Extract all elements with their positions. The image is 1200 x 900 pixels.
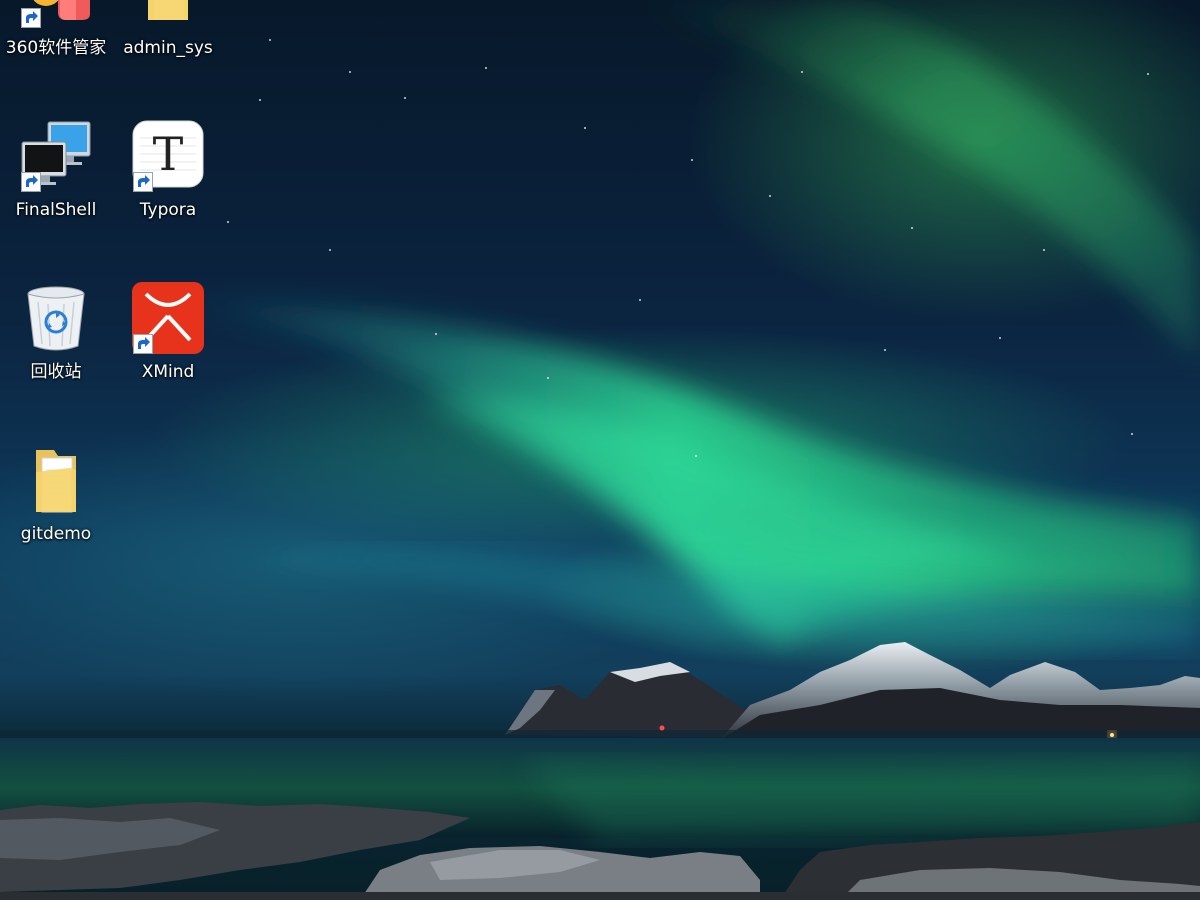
- icon-label: 回收站: [30, 362, 82, 382]
- desktop[interactable]: 360软件管家 admin_sys FinalShell T Typora 回收…: [0, 0, 1200, 900]
- svg-text:T: T: [153, 127, 184, 181]
- desktop-icon-360-software-manager[interactable]: 360软件管家: [1, 0, 111, 58]
- shortcut-arrow-icon: [21, 8, 41, 28]
- folder-icon: [148, 0, 188, 20]
- folder-icon: [36, 450, 76, 513]
- recycle-bin-icon: [27, 286, 85, 351]
- desktop-icon-typora[interactable]: T Typora: [113, 110, 223, 220]
- desktop-icon-recycle-bin[interactable]: 回收站: [1, 272, 111, 382]
- icon-label: XMind: [141, 362, 195, 382]
- icon-label: 360软件管家: [5, 38, 107, 58]
- icon-label: Typora: [139, 200, 197, 220]
- shortcut-arrow-icon: [133, 334, 153, 354]
- desktop-icon-xmind[interactable]: XMind: [113, 272, 223, 382]
- shortcut-arrow-icon: [133, 172, 153, 192]
- desktop-icon-admin-sys[interactable]: admin_sys: [113, 0, 223, 58]
- icon-label: FinalShell: [15, 200, 97, 220]
- icon-label: admin_sys: [123, 38, 213, 58]
- desktop-icon-gitdemo[interactable]: gitdemo: [1, 434, 111, 544]
- desktop-icon-finalshell[interactable]: FinalShell: [1, 110, 111, 220]
- shortcut-arrow-icon: [21, 172, 41, 192]
- icon-label: gitdemo: [20, 524, 92, 544]
